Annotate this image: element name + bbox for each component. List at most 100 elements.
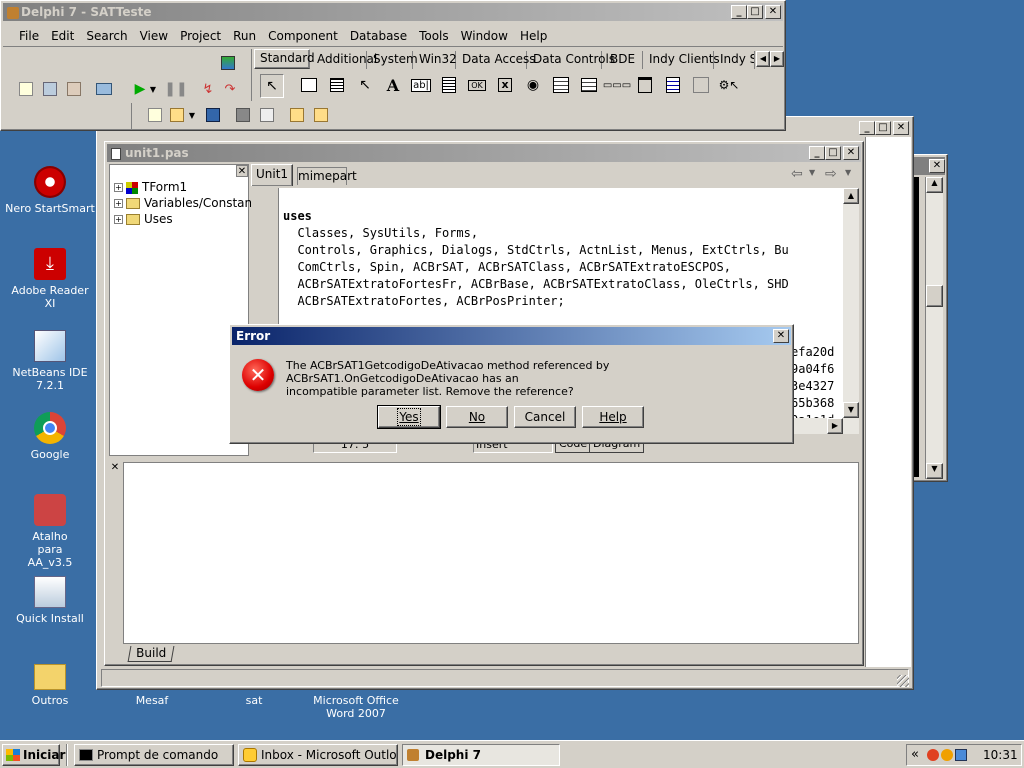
code-vscrollbar[interactable]: ▲ ▼ [843,188,859,418]
menu-file[interactable]: File [13,27,45,45]
editor-maximize-button[interactable]: □ [825,146,841,160]
main-minimize-button[interactable]: _ [731,5,747,19]
add-to-project-icon[interactable] [286,105,308,125]
task-delphi[interactable]: Delphi 7 [402,744,560,766]
task-prompt-de-comando[interactable]: Prompt de comando [74,744,234,766]
tray-icon-2[interactable] [941,749,953,761]
menu-tools[interactable]: Tools [413,27,455,45]
combobox-component-icon[interactable] [578,75,600,95]
back-arrow-icon[interactable]: ⇦ [791,166,803,182]
frame-minimize-button[interactable]: _ [859,121,875,135]
scroll-up-arrow[interactable]: ▲ [926,177,943,193]
desktop-icon-mesaf[interactable]: Mesaf [107,694,197,707]
open-dropdown-icon[interactable]: ▼ [186,105,198,125]
button-component-icon[interactable]: OK [466,75,488,95]
save-all-icon[interactable] [63,79,85,99]
desktop-icon-word[interactable]: Microsoft Office Word 2007 [311,694,401,720]
task-outlook[interactable]: Inbox - Microsoft Outlook [238,744,398,766]
expand-icon[interactable]: + [114,183,123,192]
popupmenu-component-icon[interactable] [326,75,348,95]
forward-dropdown-icon[interactable]: ▼ [845,168,851,177]
tree-item-variables[interactable]: + Variables/Constants [114,195,263,211]
scroll-up-arrow[interactable]: ▲ [843,188,859,204]
menu-edit[interactable]: Edit [45,27,80,45]
cancel-button[interactable]: Cancel [514,406,576,428]
scroll-down-arrow[interactable]: ▼ [926,463,943,479]
desktop-icon-atalho[interactable]: Atalho para AA_v3.5 [5,494,95,569]
main-close-button[interactable]: ✕ [765,5,781,19]
forward-arrow-icon[interactable]: ⇨ [825,166,837,182]
tab-build[interactable]: Build [127,646,175,662]
tab-indy-servers[interactable]: Indy S [715,51,755,69]
tab-data-controls[interactable]: Data Controls [528,51,615,69]
run-dropdown-icon[interactable]: ▼ [147,79,159,99]
scroll-thumb[interactable] [926,285,943,307]
toggle-form-icon[interactable] [93,79,115,99]
open-project-icon[interactable] [39,79,61,99]
label-component-icon[interactable]: A [382,75,404,95]
pause-icon[interactable]: ❚❚ [164,79,187,99]
desktop-icon-nero[interactable]: Nero StartSmart [5,166,95,215]
radiobutton-component-icon[interactable]: ◉ [522,75,544,95]
menu-help[interactable]: Help [514,27,553,45]
listbox-component-icon[interactable] [550,75,572,95]
frame-close-button[interactable]: ✕ [893,121,909,135]
open-icon[interactable] [166,105,188,125]
tab-indy-clients[interactable]: Indy Clients [644,51,720,69]
palette-spinner-icon[interactable] [215,53,241,73]
tab-scroll-left[interactable]: ◀ [756,51,770,67]
expand-icon[interactable]: + [114,215,123,224]
code-explorer[interactable]: ✕ + TForm1 + Variables/Constants + Uses [109,164,263,456]
groupbox-component-icon[interactable] [634,75,656,95]
remove-from-project-icon[interactable] [310,105,332,125]
delphi-main-window[interactable]: Delphi 7 - SATTeste _ □ ✕ File Edit Search… [0,0,786,131]
tray-icon-3[interactable] [955,749,967,761]
start-button[interactable]: Iniciar [2,744,65,766]
menu-database[interactable]: Database [344,27,413,45]
tab-additional[interactable]: Additional [312,51,377,69]
tab-mimepart[interactable]: mimepart [297,167,357,185]
radiogroup-component-icon[interactable] [662,75,684,95]
form-close-button[interactable]: ✕ [929,159,945,173]
tab-win32[interactable]: Win32 [414,51,457,69]
desktop-icon-adobe-reader[interactable]: ⤓ Adobe Reader XI [5,248,95,310]
editor-minimize-button[interactable]: _ [809,146,825,160]
tab-bde[interactable]: BDE [603,51,643,69]
help-button[interactable]: Help [582,406,644,428]
save-icon[interactable] [202,105,224,125]
tray-chevron-icon[interactable]: « [911,747,919,762]
panel-component-icon[interactable] [690,75,712,95]
menu-component[interactable]: Component [262,27,344,45]
explorer-close-icon[interactable]: ✕ [236,165,248,177]
mainmenu-component-icon[interactable] [298,75,320,95]
menu-view[interactable]: View [134,27,174,45]
messages-list[interactable] [123,462,859,644]
desktop-icon-google[interactable]: Google [5,412,95,461]
desktop-icon-outros[interactable]: Outros [5,660,95,707]
actionlist-component-icon[interactable]: ⚙↖ [718,75,740,95]
frame-component-icon[interactable]: ↖ [354,75,376,95]
frame-maximize-button[interactable]: □ [875,121,891,135]
frame-resize-grip[interactable] [897,675,909,687]
menu-project[interactable]: Project [174,27,227,45]
scroll-right-arrow[interactable]: ▶ [827,418,843,434]
tree-item-uses[interactable]: + Uses [114,211,173,227]
scrollbar-component-icon[interactable]: ▭▭▭ [603,75,631,95]
tab-data-access[interactable]: Data Access [457,51,536,69]
desktop-icon-sat[interactable]: sat [209,694,299,707]
messages-pane[interactable]: ✕ [109,460,861,646]
tab-scroll-right[interactable]: ▶ [770,51,784,67]
error-dialog[interactable]: Error ✕ ✕ The ACBrSAT1GetcodigoDeAtivaca… [229,324,794,444]
main-maximize-button[interactable]: □ [747,5,763,19]
tree-item-tform1[interactable]: + TForm1 [114,179,187,195]
edit-component-icon[interactable]: ab| [410,75,432,95]
tab-system[interactable]: System [368,51,418,69]
yes-button[interactable]: Yes [377,405,441,429]
editor-close-button[interactable]: ✕ [843,146,859,160]
dialog-close-button[interactable]: ✕ [773,329,789,343]
trace-into-icon[interactable]: ↯ [197,79,219,99]
messages-close-icon[interactable]: ✕ [109,462,121,474]
tab-unit1[interactable]: Unit1 [251,164,293,186]
pointer-icon[interactable]: ↖ [260,74,284,98]
tray-icon-1[interactable] [927,749,939,761]
